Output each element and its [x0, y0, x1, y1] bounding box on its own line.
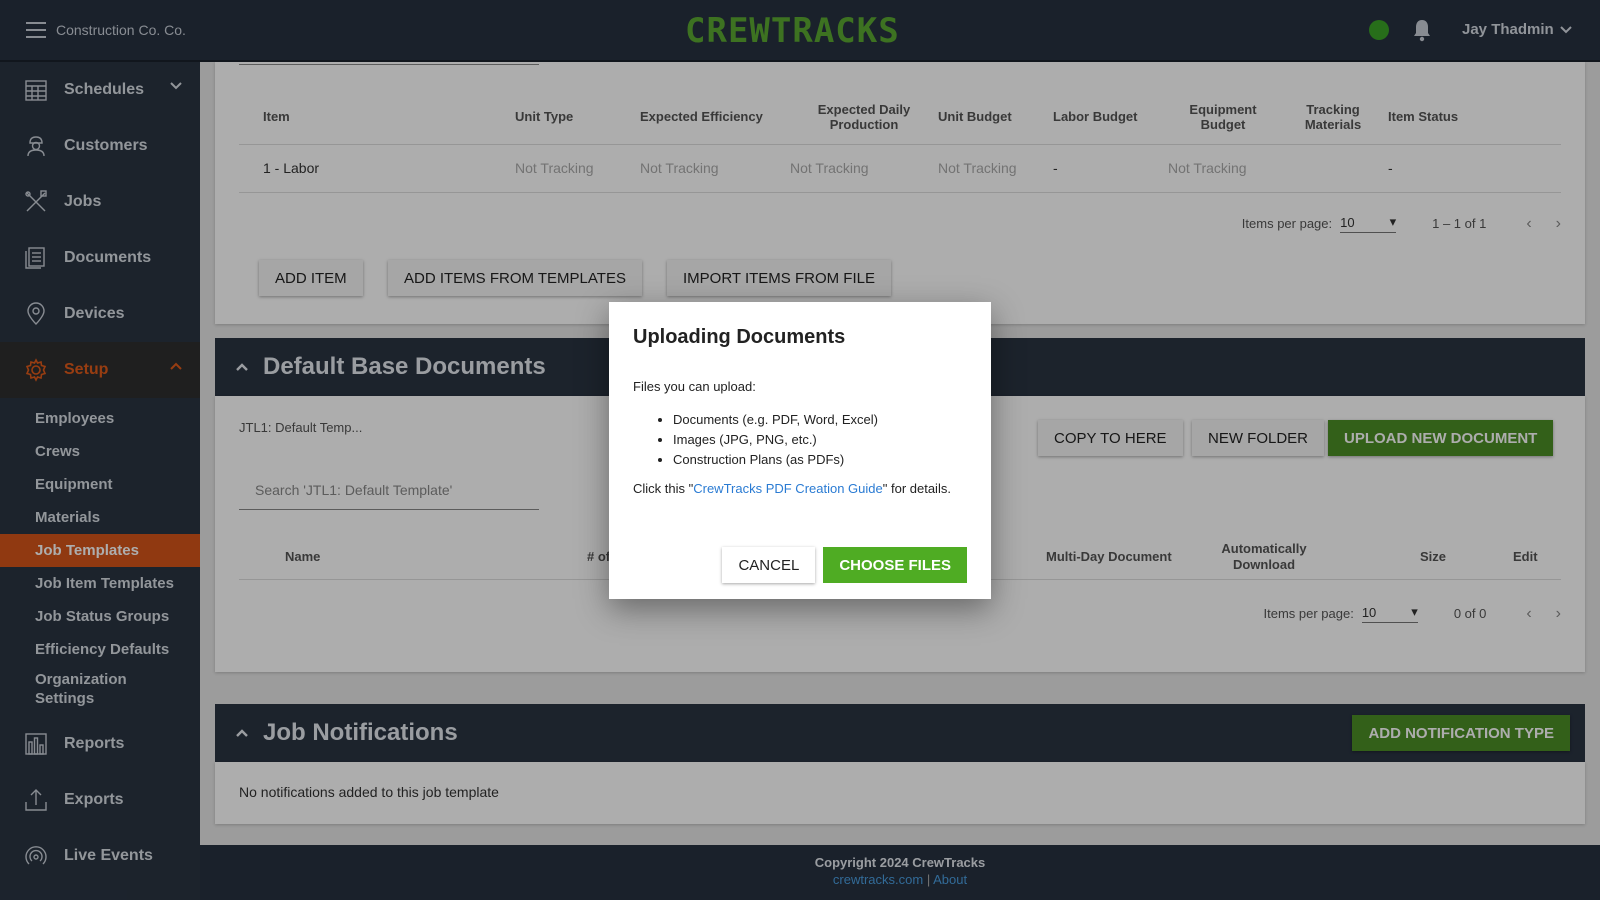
pdf-creation-guide-link[interactable]: CrewTracks PDF Creation Guide — [693, 481, 883, 496]
file-types-list: Documents (e.g. PDF, Word, Excel) Images… — [673, 412, 967, 467]
uploading-documents-dialog: Uploading Documents Files you can upload… — [609, 302, 991, 599]
list-item: Documents (e.g. PDF, Word, Excel) — [673, 412, 967, 427]
cancel-button[interactable]: CANCEL — [722, 547, 816, 583]
guide-suffix: " for details. — [882, 481, 951, 496]
dialog-intro-text: Files you can upload: — [633, 379, 756, 394]
choose-files-button[interactable]: CHOOSE FILES — [823, 547, 967, 583]
dialog-actions: CANCEL CHOOSE FILES — [722, 547, 967, 583]
list-item: Images (JPG, PNG, etc.) — [673, 432, 967, 447]
guide-prefix: Click this " — [633, 481, 694, 496]
guide-text: Click this "CrewTracks PDF Creation Guid… — [633, 481, 967, 496]
list-item: Construction Plans (as PDFs) — [673, 452, 967, 467]
dialog-title: Uploading Documents — [633, 326, 846, 348]
